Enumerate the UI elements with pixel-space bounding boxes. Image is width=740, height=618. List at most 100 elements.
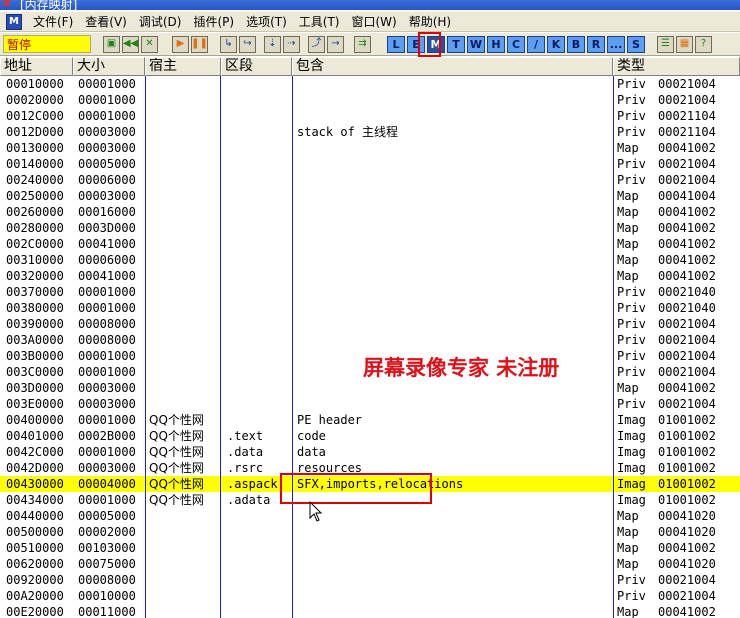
breakpoints-window-button[interactable]: B [567, 35, 585, 53]
table-row[interactable]: 00A20000 00010000 Priv 00021004 [0, 588, 740, 604]
cell-size: 00003000 [78, 189, 136, 203]
patches-window-button[interactable]: / [527, 35, 545, 53]
table-row[interactable]: 00920000 00008000 Priv 00021004 [0, 572, 740, 588]
table-row[interactable]: 00401000 0002B000 QQ个性网 .text code Imag 010010… [0, 428, 740, 444]
table-row[interactable]: 0012D000 00003000 stack of 主线程 Priv 00021104 [0, 124, 740, 140]
cell-access: 00041002 [658, 541, 716, 555]
memory-map-button[interactable]: M [427, 35, 445, 53]
step-over-icon[interactable]: ↪ [239, 35, 256, 53]
table-row[interactable]: 00380000 00001000 Priv 00021040 [0, 300, 740, 316]
table-row[interactable]: 00400000 00001000 QQ个性网 PE header Imag 010010… [0, 412, 740, 428]
table-row[interactable]: 00010000 00001000 Priv 00021004 [0, 76, 740, 92]
table-row[interactable]: 003A0000 00008000 Priv 00021004 [0, 332, 740, 348]
cpu-window-button[interactable]: C [507, 35, 525, 53]
log-window-button[interactable]: L [387, 35, 405, 53]
memory-window-icon[interactable]: M [6, 13, 22, 30]
cell-address: 0042D000 [6, 461, 64, 475]
close-icon[interactable]: ✕ [141, 35, 158, 53]
cell-address: 00310000 [6, 253, 64, 267]
modules-window-button[interactable]: E [407, 35, 425, 53]
table-row[interactable]: 00510000 00103000 Map 00041002 [0, 540, 740, 556]
call-stack-button[interactable]: K [547, 35, 565, 53]
table-row[interactable]: 00440000 00005000 Map 00041020 [0, 508, 740, 524]
table-row[interactable]: 00390000 00008000 Priv 00021004 [0, 316, 740, 332]
table-row[interactable]: 00260000 00016000 Map 00041002 [0, 204, 740, 220]
cell-type: Priv [617, 285, 646, 299]
cell-type: Priv [617, 125, 646, 139]
source-window-button[interactable]: S [627, 35, 645, 53]
cell-section: .text [227, 429, 264, 443]
cell-size: 00041000 [78, 237, 136, 251]
title-bar: ✖ [内存映射] [0, 0, 740, 10]
header-section[interactable]: 区段 [221, 57, 292, 76]
header-type[interactable]: 类型 [613, 57, 740, 76]
handles-window-button[interactable]: H [487, 35, 505, 53]
windows-window-button[interactable]: W [467, 35, 485, 53]
trace-over-icon[interactable]: ⇢ [283, 35, 300, 53]
cell-address: 0042C000 [6, 445, 64, 459]
rewind-icon[interactable]: ◀◀ [122, 35, 139, 53]
menu-window[interactable]: 窗口(W) [346, 13, 403, 30]
menu-help[interactable]: 帮助(H) [404, 13, 458, 30]
cell-size: 00001000 [78, 93, 136, 107]
header-contains[interactable]: 包含 [292, 57, 613, 76]
table-row[interactable]: 003E0000 00003000 Priv 00021004 [0, 396, 740, 412]
table-row[interactable]: 0042D000 00003000 QQ个性网 .rsrc resources Imag 0… [0, 460, 740, 476]
table-row[interactable]: 00140000 00005000 Priv 00021004 [0, 156, 740, 172]
cell-address: 00401000 [6, 429, 64, 443]
threads-window-button[interactable]: T [447, 35, 465, 53]
table-row[interactable]: 00370000 00001000 Priv 00021040 [0, 284, 740, 300]
header-size[interactable]: 大小 [73, 57, 145, 76]
open-icon[interactable]: ▣ [103, 35, 120, 53]
options-icon[interactable]: ▦ [676, 35, 693, 53]
table-row[interactable]: 003D0000 00003000 Map 00041002 [0, 380, 740, 396]
menu-debug[interactable]: 调试(D) [134, 13, 189, 30]
list-icon[interactable]: ☰ [657, 35, 674, 53]
menu-file[interactable]: 文件(F) [28, 13, 80, 30]
table-row[interactable]: 0042C000 00001000 QQ个性网 .data data Imag 010010… [0, 444, 740, 460]
menu-options[interactable]: 选项(T) [241, 13, 294, 30]
table-row[interactable]: 00280000 0003D000 Map 00041002 [0, 220, 740, 236]
menu-view[interactable]: 查看(V) [80, 13, 134, 30]
trace-into-icon[interactable]: ⇣ [264, 35, 281, 53]
table-row[interactable]: 00320000 00041000 Map 00041002 [0, 268, 740, 284]
help-icon[interactable]: ? [695, 35, 712, 53]
run-trace-button[interactable]: ... [607, 35, 625, 53]
references-window-button[interactable]: R [587, 35, 605, 53]
header-address[interactable]: 地址 [0, 57, 73, 76]
cell-access: 01001002 [658, 413, 716, 427]
cell-owner: QQ个性网 [149, 477, 204, 491]
table-row[interactable]: 00130000 00003000 Map 00041002 [0, 140, 740, 156]
table-row[interactable]: 00020000 00001000 Priv 00021004 [0, 92, 740, 108]
table-row[interactable]: 0012C000 00001000 Priv 00021104 [0, 108, 740, 124]
mouse-cursor-icon [309, 501, 323, 522]
header-owner[interactable]: 宿主 [145, 57, 221, 76]
table-row[interactable]: 00240000 00006000 Priv 00021004 [0, 172, 740, 188]
execute-till-user-icon[interactable]: → [327, 35, 344, 53]
pause-icon[interactable]: ❚❚ [191, 35, 208, 53]
table-row[interactable]: 00250000 00003000 Map 00041004 [0, 188, 740, 204]
cell-address: 002C0000 [6, 237, 64, 251]
table-row[interactable]: 00620000 00075000 Map 00041020 [0, 556, 740, 572]
menu-tools[interactable]: 工具(T) [294, 13, 347, 30]
cell-address: 00130000 [6, 141, 64, 155]
step-into-icon[interactable]: ↳ [220, 35, 237, 53]
execute-till-return-icon[interactable]: ⤴ [308, 35, 325, 53]
go-to-icon[interactable]: ⇉ [354, 35, 371, 53]
cell-contains: code [297, 429, 326, 443]
memory-map-table[interactable]: 00010000 00001000 Priv 00021004 00020000 0000… [0, 76, 740, 618]
table-row[interactable]: 002C0000 00041000 Map 00041002 [0, 236, 740, 252]
table-row[interactable]: 00500000 00002000 Map 00041020 [0, 524, 740, 540]
table-row[interactable]: 00434000 00001000 QQ个性网 .adata Imag 01001002 [0, 492, 740, 508]
cell-type: Map [617, 509, 639, 523]
table-row[interactable]: 00E20000 00011000 Map 00041002 [0, 604, 740, 618]
table-row[interactable]: 00430000 00004000 QQ个性网 .aspack SFX,imports,… [0, 476, 740, 492]
menu-plugins[interactable]: 插件(P) [188, 13, 241, 30]
cell-size: 00002000 [78, 525, 136, 539]
cell-owner: QQ个性网 [149, 493, 204, 507]
cell-size: 00001000 [78, 301, 136, 315]
cell-type: Priv [617, 173, 646, 187]
run-icon[interactable]: ▶ [172, 35, 189, 53]
cell-type: Priv [617, 397, 646, 411]
table-row[interactable]: 00310000 00006000 Map 00041002 [0, 252, 740, 268]
